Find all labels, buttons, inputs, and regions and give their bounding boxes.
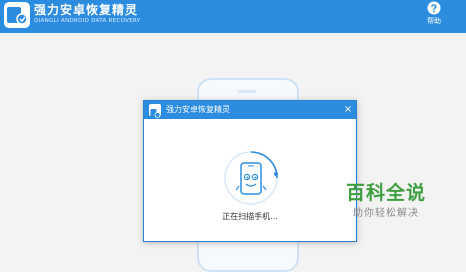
scan-dialog: 强力安卓恢复精灵 × 正在扫描手机...: [143, 100, 357, 242]
help-button[interactable]: 帮助: [418, 0, 450, 33]
dialog-titlebar: 强力安卓恢复精灵 ×: [144, 101, 356, 119]
close-icon[interactable]: ×: [341, 102, 355, 118]
phone-speaker: [238, 90, 256, 93]
watermark-subtitle: 助你轻松解决: [353, 208, 419, 219]
app-title: 强力安卓恢复精灵: [34, 3, 139, 17]
app-logo-icon: [4, 2, 30, 28]
watermark-title: 百科全说: [345, 182, 426, 204]
help-label: 帮助: [427, 17, 441, 25]
dialog-title: 强力安卓恢复精灵: [166, 105, 230, 114]
scan-status-text: 正在扫描手机...: [222, 212, 278, 221]
question-circle-icon: [427, 1, 441, 15]
app-subtitle: QIANGLI ANDROID DATA RECOVERY: [34, 18, 141, 24]
app-header: 强力安卓恢复精灵 QIANGLI ANDROID DATA RECOVERY 帮…: [0, 0, 466, 33]
phone-scan-icon: [224, 151, 278, 205]
dialog-app-icon: [149, 104, 161, 118]
watermark: 百科全说 助你轻松解决: [336, 178, 436, 224]
